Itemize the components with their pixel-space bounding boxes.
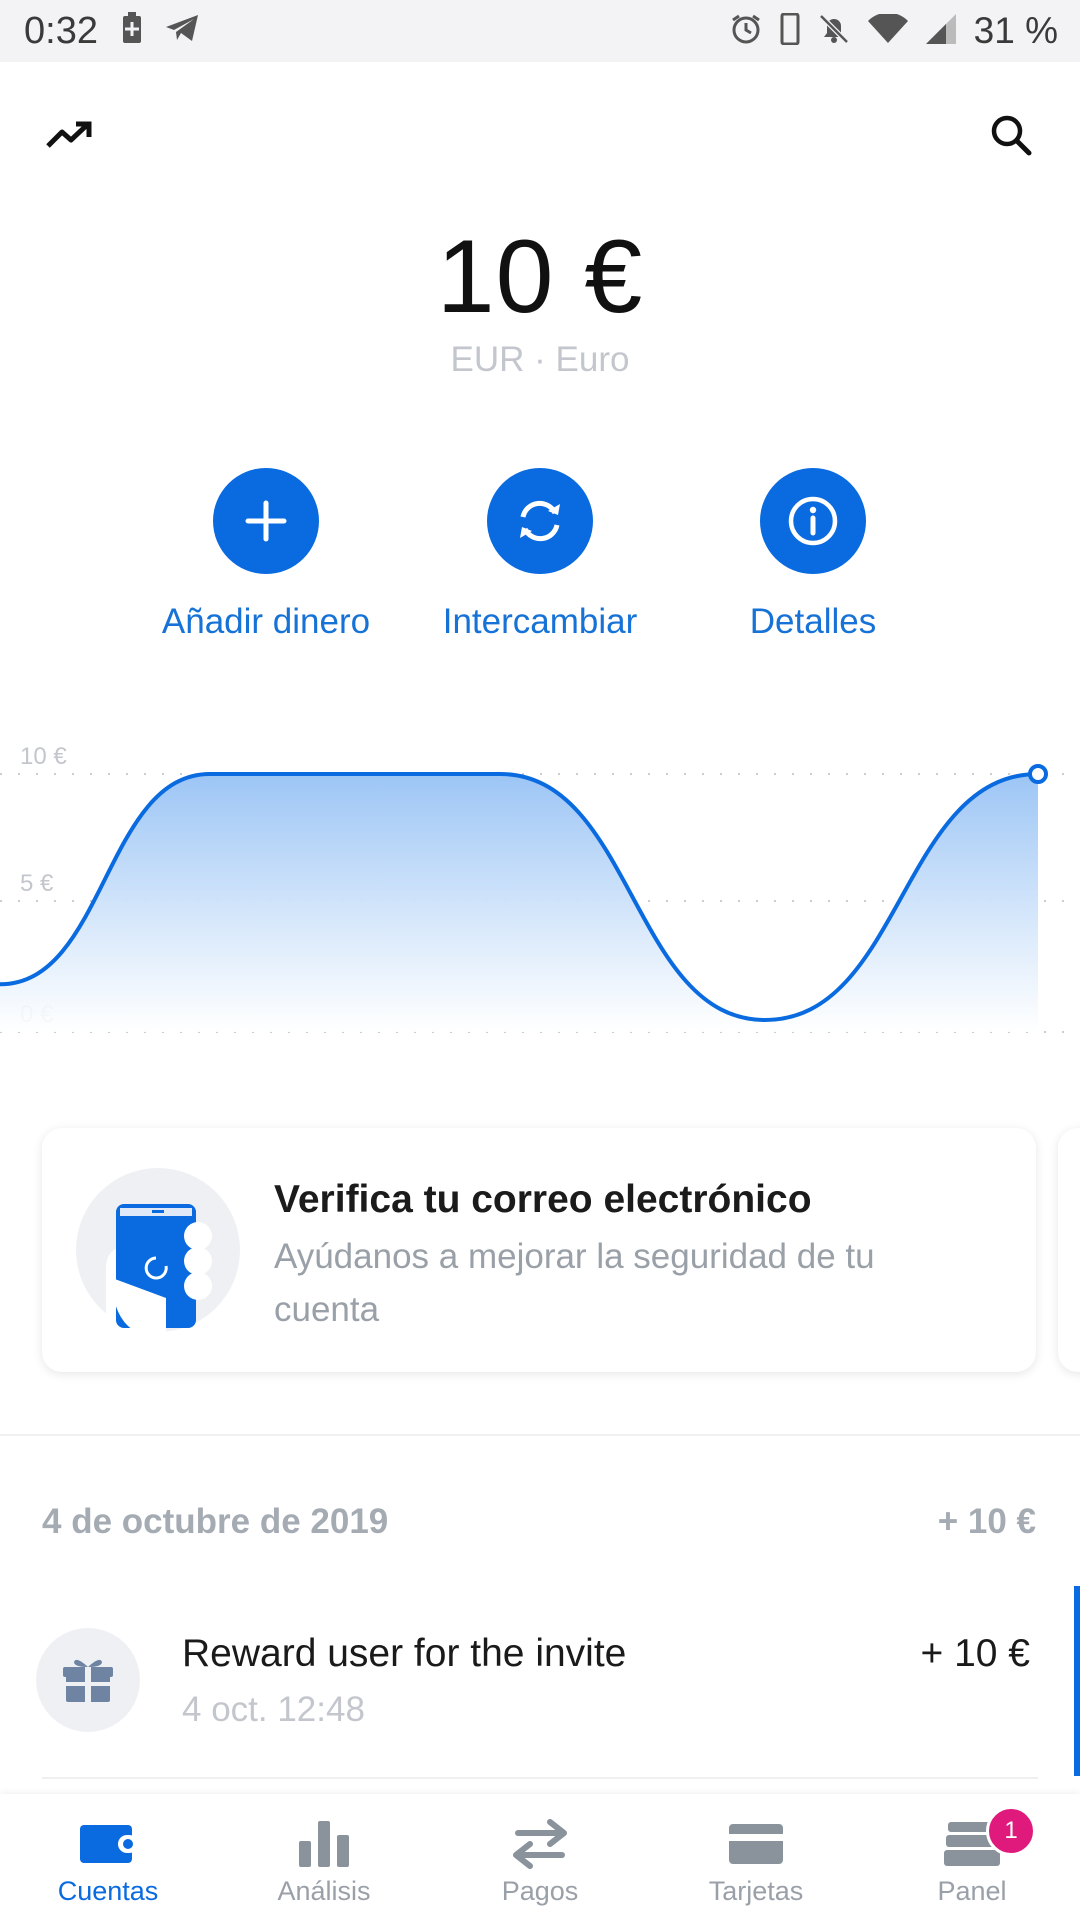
exchange-button[interactable]: Intercambiar <box>380 468 700 642</box>
card-subtitle: Ayúdanos a mejorar la seguridad de tu cu… <box>274 1237 875 1329</box>
section-divider <box>0 1434 1080 1436</box>
balance-chart: 10 €5 €0 € <box>0 730 1080 1070</box>
battery-saver-icon <box>122 12 142 49</box>
add-money-button[interactable]: Añadir dinero <box>106 468 426 642</box>
details-button[interactable]: Detalles <box>653 468 973 642</box>
info-icon <box>760 468 866 574</box>
status-time: 0:32 <box>24 10 98 52</box>
nav-analisis-label: Análisis <box>277 1876 371 1906</box>
details-label: Detalles <box>749 602 877 641</box>
transaction-time: 4 oct. 12:48 <box>182 1690 365 1729</box>
scroll-indicator[interactable] <box>1074 1586 1080 1776</box>
transaction-title: Reward user for the invite <box>182 1632 627 1675</box>
nav-panel-label: Panel <box>937 1876 1007 1906</box>
bell-off-icon <box>818 13 850 50</box>
wifi-icon <box>867 12 908 49</box>
alarm-icon <box>730 13 762 50</box>
transaction-amount: + 10 € <box>920 1632 1030 1675</box>
chart-y-tick-label: 5 € <box>20 870 54 897</box>
battery-percentage: 31 % <box>973 10 1058 51</box>
exchange-icon <box>487 468 593 574</box>
notification-badge: 1 <box>986 1806 1036 1856</box>
balance-chart-svg: 10 €5 €0 € <box>0 743 1080 1033</box>
add-money-label: Añadir dinero <box>161 602 371 641</box>
chart-current-point <box>1028 764 1048 784</box>
next-card-peek[interactable] <box>1058 1128 1080 1372</box>
card-icon <box>648 1816 864 1872</box>
exchange-label: Intercambiar <box>442 602 638 641</box>
chart-area-fill <box>0 774 1038 1032</box>
transaction-date-total: + 10 € <box>937 1502 1036 1541</box>
nav-pagos[interactable]: Pagos <box>432 1794 648 1920</box>
nav-tarjetas-label: Tarjetas <box>708 1876 804 1906</box>
gift-icon <box>36 1628 140 1732</box>
transaction-divider <box>42 1777 1038 1779</box>
transfer-arrows-icon <box>432 1816 648 1872</box>
account-currency: EUR · Euro <box>450 340 630 379</box>
nav-cuentas[interactable]: Cuentas <box>0 1794 216 1920</box>
nav-panel[interactable]: 1 Panel <box>864 1794 1080 1920</box>
status-bar: 0:32 31 % <box>0 0 1080 62</box>
card-title: Verifica tu correo electrónico <box>274 1178 812 1221</box>
account-balance: 10 € <box>436 219 644 335</box>
bar-chart-icon <box>216 1816 432 1872</box>
verify-email-card[interactable]: Verifica tu correo electrónico Ayúdanos … <box>42 1128 1036 1372</box>
search-icon[interactable] <box>976 100 1046 170</box>
panel-stack-icon <box>864 1816 1080 1872</box>
nav-cuentas-label: Cuentas <box>57 1876 159 1906</box>
bottom-navigation: Cuentas Análisis Pagos Tarjetas 1 Panel <box>0 1794 1080 1920</box>
trending-up-icon[interactable] <box>34 100 104 170</box>
phone-hand-illustration <box>76 1168 240 1332</box>
wallet-icon <box>0 1816 216 1872</box>
chart-y-tick-label: 10 € <box>20 743 67 770</box>
plus-icon <box>213 468 319 574</box>
nav-tarjetas[interactable]: Tarjetas <box>648 1794 864 1920</box>
nav-analisis[interactable]: Análisis <box>216 1794 432 1920</box>
transaction-date-header: 4 de octubre de 2019 <box>42 1502 389 1541</box>
signal-icon <box>925 13 956 49</box>
telegram-icon <box>164 13 200 48</box>
nav-pagos-label: Pagos <box>501 1876 579 1906</box>
phone-icon <box>780 12 800 50</box>
